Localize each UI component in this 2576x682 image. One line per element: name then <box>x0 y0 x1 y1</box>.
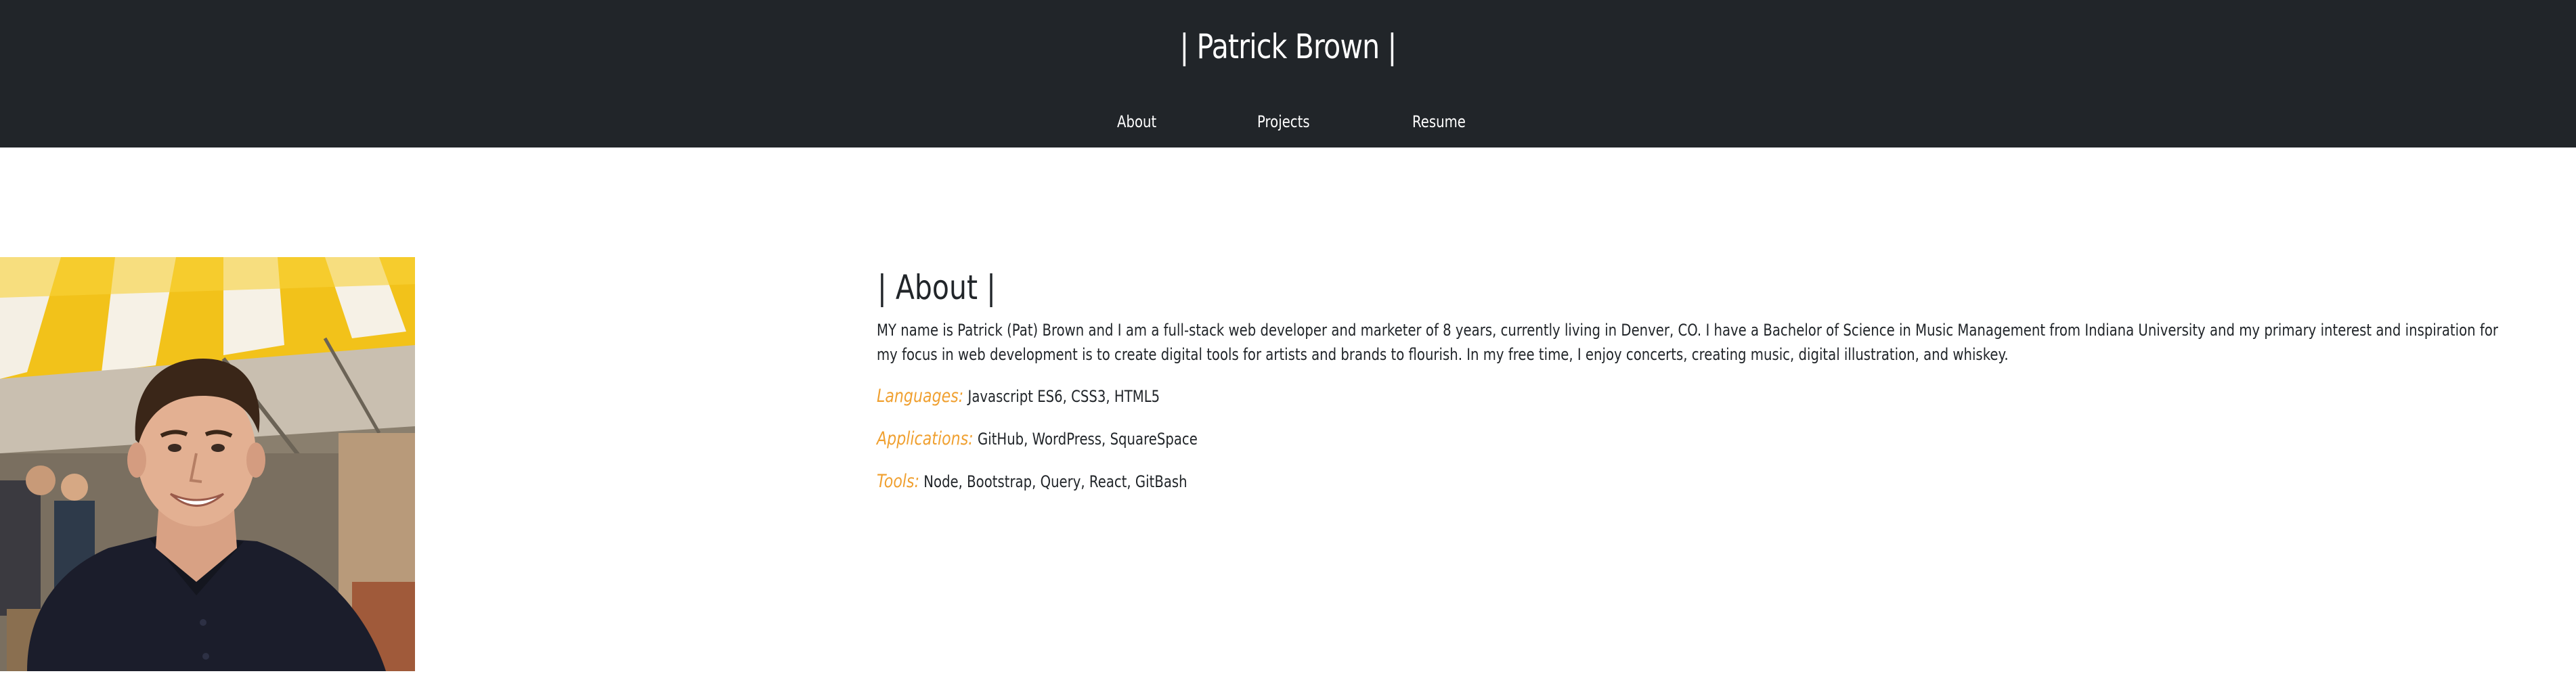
site-header: | Patrick Brown | About Projects Resume <box>0 0 2576 147</box>
skill-value: GitHub, WordPress, SquareSpace <box>977 430 1198 449</box>
skill-row-languages: Languages: Javascript ES6, CSS3, HTML5 <box>877 384 1160 409</box>
nav-link-about[interactable]: About <box>1117 110 1156 134</box>
profile-photo-image <box>0 257 415 671</box>
skill-row-tools: Tools: Node, Bootstrap, Query, React, Gi… <box>877 470 1187 494</box>
skill-label: Languages: <box>877 386 964 407</box>
nav-link-projects[interactable]: Projects <box>1257 110 1310 134</box>
skill-value: Javascript ES6, CSS3, HTML5 <box>967 387 1160 406</box>
skill-label: Tools: <box>877 471 920 492</box>
skill-row-applications: Applications: GitHub, WordPress, SquareS… <box>877 427 1198 451</box>
about-heading: | About | <box>877 268 996 307</box>
profile-photo <box>0 257 415 671</box>
about-paragraph: MY name is Patrick (Pat) Brown and I am … <box>877 321 2498 364</box>
nav-link-resume[interactable]: Resume <box>1412 110 1466 134</box>
skill-label: Applications: <box>877 428 974 449</box>
site-title: | Patrick Brown | <box>1179 27 1397 66</box>
skill-value: Node, Bootstrap, Query, React, GitBash <box>923 472 1187 491</box>
